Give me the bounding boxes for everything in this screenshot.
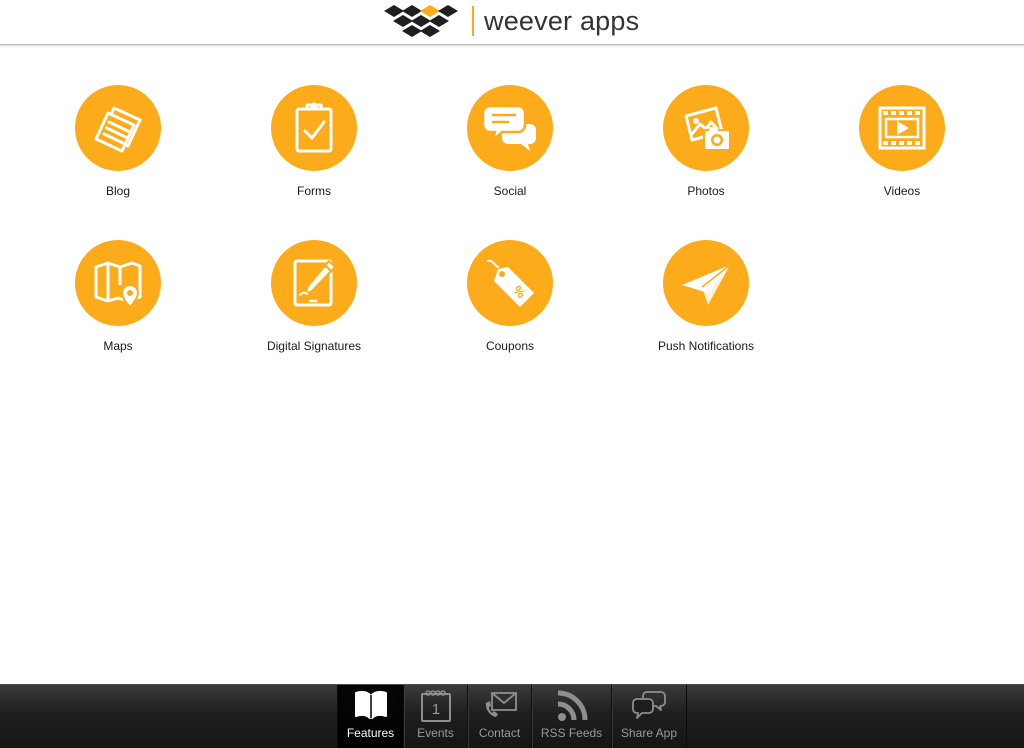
feature-icon-circle bbox=[271, 85, 357, 171]
tab-label: Contact bbox=[478, 726, 521, 740]
feature-icon-circle bbox=[271, 240, 357, 326]
tab-share-app[interactable]: Share App bbox=[611, 685, 687, 748]
tab-list: Features 1 Events Contact RSS Feeds Shar… bbox=[337, 685, 687, 748]
tablet-pen-icon bbox=[293, 259, 336, 307]
coupon-tag-icon: % bbox=[487, 259, 534, 307]
feature-maps[interactable]: Maps bbox=[20, 240, 216, 380]
newspaper-icon bbox=[94, 106, 142, 153]
weever-logo-mark-icon bbox=[384, 5, 458, 37]
photo-camera-icon bbox=[684, 106, 731, 151]
feature-icon-circle bbox=[75, 240, 161, 326]
film-play-icon bbox=[878, 106, 926, 150]
feature-label: Videos bbox=[883, 184, 921, 198]
clipboard-check-icon bbox=[295, 102, 333, 153]
phone-envelope-icon bbox=[485, 692, 517, 717]
tab-features[interactable]: Features bbox=[337, 685, 403, 748]
calendar-day-number: 1 bbox=[431, 701, 439, 718]
feature-videos[interactable]: Videos bbox=[804, 85, 1000, 225]
feature-icon-circle bbox=[75, 85, 161, 171]
chat-bubbles-icon bbox=[482, 104, 536, 151]
tab-icon-wrap bbox=[631, 689, 667, 721]
tab-icon-wrap bbox=[555, 689, 589, 723]
feature-icon-circle bbox=[663, 85, 749, 171]
rss-icon bbox=[557, 690, 587, 721]
tab-label: Features bbox=[346, 726, 395, 740]
feature-photos[interactable]: Photos bbox=[608, 85, 804, 225]
app-screen: weever apps Blog Forms Social Photos Vid… bbox=[0, 0, 1024, 748]
tab-rss-feeds[interactable]: RSS Feeds bbox=[531, 685, 611, 748]
feature-forms[interactable]: Forms bbox=[216, 85, 412, 225]
tab-events[interactable]: 1 Events bbox=[403, 685, 467, 748]
feature-icon-circle bbox=[467, 85, 553, 171]
feature-icon-circle bbox=[663, 240, 749, 326]
calendar-icon: 1 bbox=[420, 690, 451, 722]
feature-label: Social bbox=[493, 184, 527, 198]
tab-icon-wrap bbox=[354, 689, 388, 721]
tab-contact[interactable]: Contact bbox=[467, 685, 531, 748]
feature-icon-circle: % bbox=[467, 240, 553, 326]
map-pin-icon bbox=[94, 261, 142, 309]
feature-label: Forms bbox=[297, 184, 331, 198]
feature-label: Blog bbox=[105, 184, 131, 198]
feature-coupons[interactable]: % Coupons bbox=[412, 240, 608, 380]
tab-label: Share App bbox=[620, 726, 678, 740]
feature-label: Push Notifications bbox=[657, 339, 755, 353]
feature-label: Maps bbox=[103, 339, 133, 353]
brand-name: weever apps bbox=[484, 6, 640, 36]
tab-icon-wrap bbox=[482, 689, 518, 721]
tab-icon-wrap: 1 bbox=[419, 689, 453, 723]
feature-label: Photos bbox=[687, 184, 725, 198]
brand-logo: weever apps bbox=[382, 4, 639, 38]
feature-digital-signatures[interactable]: Digital Signatures bbox=[216, 240, 412, 380]
tab-label: Events bbox=[417, 726, 454, 740]
logo-divider bbox=[472, 6, 474, 36]
bottom-tab-bar: Features 1 Events Contact RSS Feeds Shar… bbox=[0, 684, 1024, 748]
feature-blog[interactable]: Blog bbox=[20, 85, 216, 225]
paper-plane-icon bbox=[682, 264, 731, 305]
feature-icon-circle bbox=[859, 85, 945, 171]
feature-label: Coupons bbox=[485, 339, 535, 353]
feature-social[interactable]: Social bbox=[412, 85, 608, 225]
app-header: weever apps bbox=[0, 0, 1024, 45]
tab-label: RSS Feeds bbox=[540, 726, 603, 740]
open-book-icon bbox=[354, 690, 387, 719]
feature-push-notifications[interactable]: Push Notifications bbox=[608, 240, 804, 380]
share-bubbles-icon bbox=[632, 691, 666, 719]
feature-label: Digital Signatures bbox=[266, 339, 362, 353]
